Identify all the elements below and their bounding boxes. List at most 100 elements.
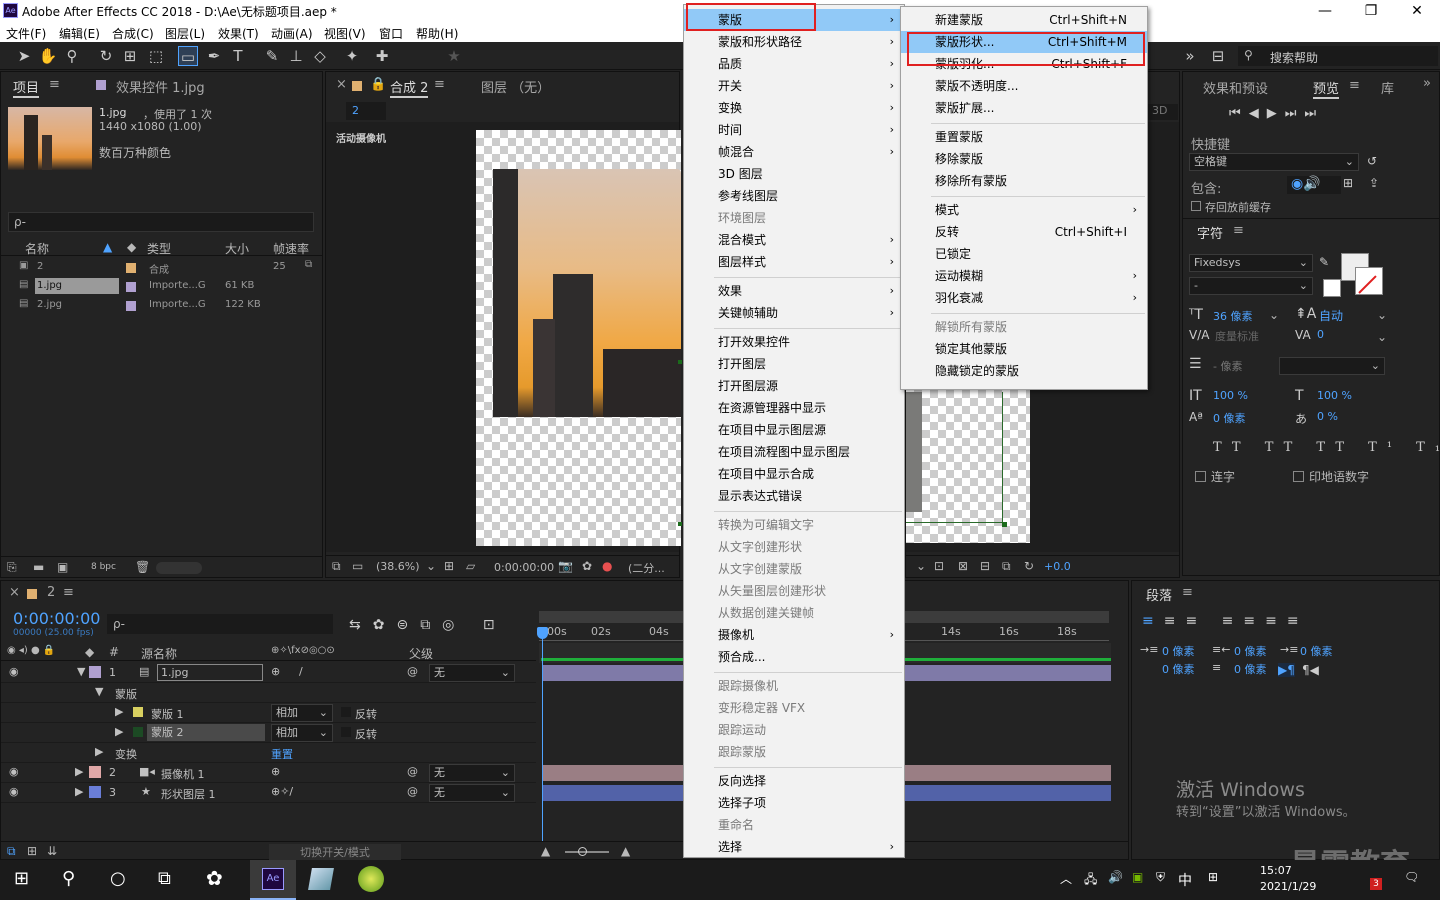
pen-tool-icon[interactable]: ✒ <box>204 46 224 66</box>
monitor-icon[interactable]: ▭ <box>352 559 363 573</box>
zoom-tool-icon[interactable]: ⚲ <box>62 46 82 66</box>
menu-item[interactable]: 变形稳定器 VFX <box>684 697 904 719</box>
zoom-dropdown[interactable]: (38.6%) <box>376 560 420 573</box>
twirl-open-icon[interactable]: ▼ <box>95 685 103 698</box>
menu-composition[interactable]: 合成(C) <box>112 25 154 42</box>
twirl-closed-icon[interactable]: ▶ <box>95 745 103 758</box>
eyedropper-icon[interactable]: ✎ <box>1319 255 1329 269</box>
minimize-button[interactable]: — <box>1302 0 1348 22</box>
menu-item[interactable]: 品质 › <box>684 53 904 75</box>
playback-controls[interactable]: ⏮◀▶⏭⏭ <box>1229 106 1339 122</box>
project-search-input[interactable]: ρ- <box>8 212 314 232</box>
menu-item[interactable]: 从文字创建形状 <box>684 536 904 558</box>
baseline-shift-value[interactable]: 0 像素 <box>1213 410 1246 426</box>
hand-tool-icon[interactable]: ✋ <box>38 46 58 66</box>
stroke-width-value[interactable]: - 像素 <box>1213 358 1242 374</box>
first-line-indent-value[interactable]: 0 像素 <box>1300 643 1333 659</box>
view-layout-icon[interactable]: ⌄ <box>916 559 926 573</box>
ltr-direction-icon[interactable]: ▶¶ <box>1278 663 1295 677</box>
app-pinwheel-icon[interactable]: ✿ <box>206 866 223 890</box>
new-comp-icon[interactable]: ▣ <box>57 560 68 574</box>
mask-row[interactable]: ▶ 蒙版 1 相加 ⌄ 反转 <box>1 703 536 723</box>
eye-icon[interactable]: ◉ <box>9 665 19 678</box>
chevron-down-icon[interactable]: ⌄ <box>1377 308 1387 322</box>
flowchart-icon[interactable]: ⧉ <box>1002 559 1011 574</box>
menu-item[interactable]: 参考线图层 <box>684 185 904 207</box>
chevron-down-icon[interactable]: ⌄ <box>426 559 436 573</box>
twirl-closed-icon[interactable]: ▶ <box>75 765 83 778</box>
menu-item[interactable]: 环境图层 <box>684 207 904 229</box>
project-row[interactable]: ▣ 2 合成 25 ⧉ <box>1 258 322 277</box>
ligature-checkbox[interactable] <box>1195 471 1206 482</box>
zoom-out-icon[interactable]: ▲ <box>541 844 550 858</box>
channel-icon[interactable]: ✿ <box>582 559 592 573</box>
font-family-dropdown[interactable]: Fixedsys ⌄ <box>1189 254 1313 272</box>
eye-icon[interactable]: ◉ <box>9 765 19 778</box>
menu-item[interactable]: 开关 › <box>684 75 904 97</box>
chevron-down-icon[interactable]: ⌄ <box>1377 330 1387 344</box>
menu-item[interactable]: 模式 › <box>901 199 1147 221</box>
clock-date[interactable]: 2021/1/29 <box>1260 880 1316 893</box>
tab-effect-controls[interactable]: 效果控件 1.jpg <box>116 77 205 96</box>
menu-item[interactable]: 移除所有蒙版 <box>901 170 1147 192</box>
twirl-closed-icon[interactable]: ▶ <box>115 725 123 738</box>
mask-visibility-icon[interactable]: ▱ <box>466 559 475 573</box>
workspace-icon[interactable]: ⊟ <box>1208 46 1228 66</box>
search-icon[interactable]: ⚲ <box>62 868 75 889</box>
safe-zones-icon[interactable]: ⊞ <box>444 559 454 573</box>
eye-icon[interactable]: ◉ <box>9 785 19 798</box>
parent-dropdown[interactable]: 无 ⌄ <box>429 664 515 682</box>
menu-item[interactable]: 打开图层源 <box>684 375 904 397</box>
shy-switch-icon[interactable]: ⊕ <box>271 665 280 678</box>
close-tab-icon[interactable]: × <box>336 77 347 92</box>
panel-menu-icon[interactable]: ≡ <box>434 77 445 92</box>
col-number[interactable]: # <box>109 645 119 659</box>
app-ball-icon[interactable] <box>358 866 384 892</box>
menu-item[interactable]: 新建蒙版 Ctrl+Shift+N <box>901 9 1147 31</box>
rtl-direction-icon[interactable]: ¶◀ <box>1302 663 1319 677</box>
rgb-channel-icon[interactable]: ● <box>602 559 612 573</box>
always-preview-icon[interactable]: ⧉ <box>332 559 341 574</box>
export-icon[interactable]: ⇪ <box>1369 176 1379 190</box>
mask-vertex[interactable] <box>678 522 682 526</box>
reset-icon[interactable]: ↺ <box>1367 154 1377 168</box>
rotate-tool-icon[interactable]: ↻ <box>96 46 116 66</box>
col-type[interactable]: 类型 <box>147 240 171 257</box>
panel-menu-icon[interactable]: ≡ <box>63 585 74 600</box>
lock-icon[interactable]: 🔒 <box>370 77 386 92</box>
layer-row[interactable]: ◉ ▶ 2 ■◂ 摄像机 1 ⊕ @ 无 ⌄ <box>1 763 536 783</box>
rectangle-tool-icon[interactable]: ▭ <box>178 46 198 66</box>
menu-item[interactable]: 锁定其他蒙版 <box>901 338 1147 360</box>
mask-mode-dropdown[interactable]: 相加 ⌄ <box>271 724 333 742</box>
menu-file[interactable]: 文件(F) <box>6 25 46 42</box>
panel-menu-icon[interactable]: ≡ <box>1349 78 1360 93</box>
menu-animation[interactable]: 动画(A) <box>271 25 313 42</box>
menu-item[interactable]: 跟踪蒙版 <box>684 741 904 763</box>
col-fps[interactable]: 帧速率 <box>273 240 309 257</box>
puppet-tool-icon[interactable]: ✚ <box>372 46 392 66</box>
menu-item[interactable]: 蒙版和形状路径 › <box>684 31 904 53</box>
action-center-icon[interactable]: 🗨 <box>1404 870 1419 884</box>
reset-exposure-icon[interactable]: ↻ <box>1024 559 1034 573</box>
transform-reset-link[interactable]: 重置 <box>271 746 293 762</box>
shy-switch-icon[interactable]: ⊕ <box>271 765 280 778</box>
app-glass-icon[interactable] <box>308 868 334 890</box>
indent-right-value[interactable]: 0 像素 <box>1234 643 1267 659</box>
align-buttons[interactable]: ≡≡≡ ≡≡≡≡ <box>1142 613 1309 629</box>
close-button[interactable]: ✕ <box>1394 0 1440 22</box>
selection-tool-icon[interactable]: ➤ <box>14 46 34 66</box>
comp-flowchart-icon[interactable]: ⧉ <box>7 844 16 859</box>
zoom-slider[interactable] <box>565 851 609 853</box>
layer-row[interactable]: ◉ ▼ 1 ▤ 1.jpg ⊕ / @ 无 ⌄ <box>1 663 536 683</box>
menu-item[interactable]: 跟踪摄像机 <box>684 675 904 697</box>
comp-timecode[interactable]: 0:00:00:00 <box>494 561 554 574</box>
tab-composition[interactable]: 合成 2 <box>390 77 429 98</box>
menu-item[interactable]: 反向选择 <box>684 770 904 792</box>
close-tab-icon[interactable]: × <box>9 585 20 600</box>
include-video-audio-icon[interactable]: ◉🔊 <box>1287 176 1341 194</box>
pickwhip-icon[interactable]: @ <box>407 765 418 778</box>
toggle-panes-icon[interactable]: ⊞ <box>27 844 37 858</box>
clone-stamp-tool-icon[interactable]: ⊥ <box>286 46 306 66</box>
menu-item[interactable]: 重置蒙版 <box>901 126 1147 148</box>
layer-name[interactable]: 1.jpg <box>157 664 263 681</box>
